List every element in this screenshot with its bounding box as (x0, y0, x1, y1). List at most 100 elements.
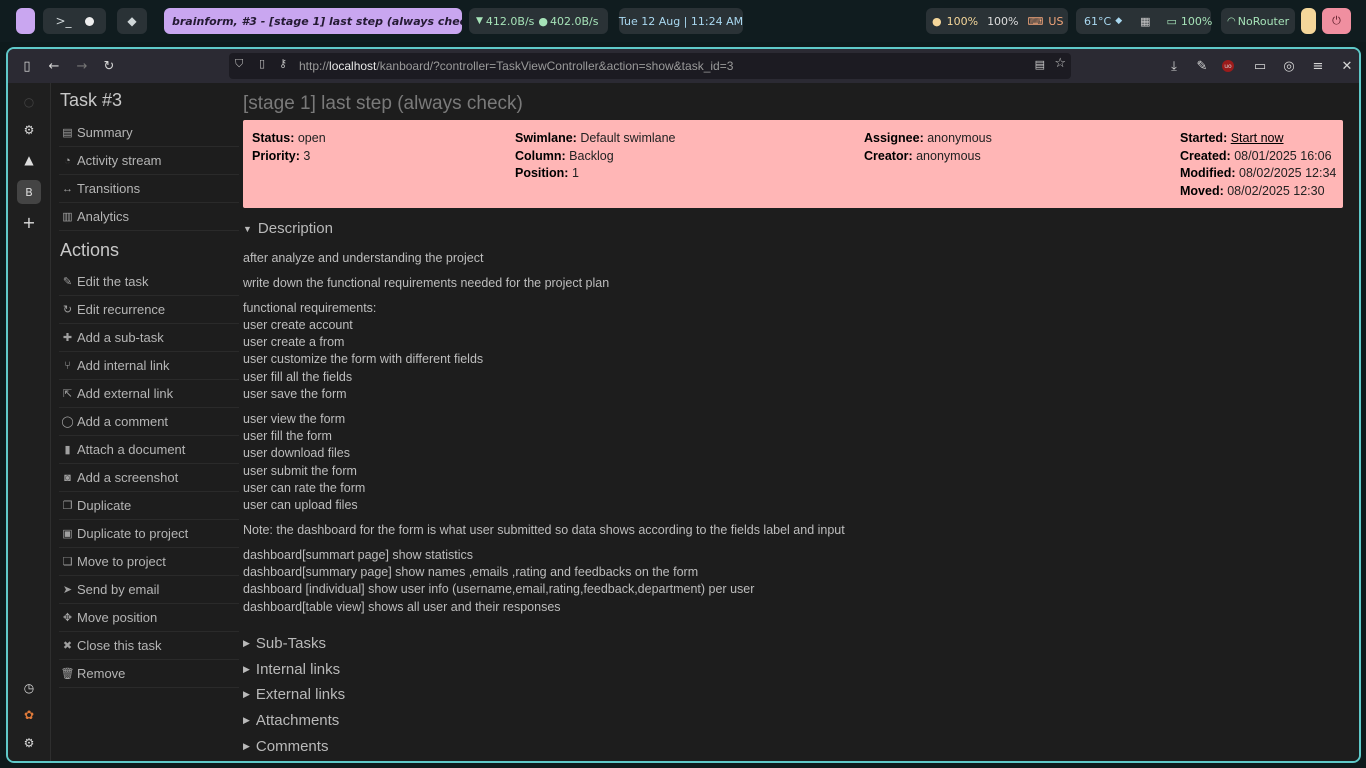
action-attach-document[interactable]: ▮ Attach a document (59, 436, 239, 464)
action-label: Remove (77, 666, 126, 681)
history-icon[interactable]: ◷ (20, 679, 38, 697)
settings-icon[interactable]: ⚙ (20, 734, 38, 752)
status-row: Status: open (252, 131, 326, 145)
menu-icon[interactable]: ≡ (1309, 57, 1327, 75)
battery-text: 100% (1180, 14, 1213, 28)
clock-widget[interactable]: Tue 12 Aug | 11:24 AM (619, 8, 743, 34)
newspaper-icon: ▤ (62, 127, 73, 139)
action-label: Add a screenshot (77, 470, 179, 485)
camera-icon: ◙ (64, 471, 71, 484)
start-now-link[interactable]: Start now (1231, 131, 1284, 145)
page-icon: ▯ (259, 57, 266, 70)
action-edit-task[interactable]: ✎ Edit the task (59, 268, 239, 296)
active-window-title[interactable]: brainform, #3 - [stage 1] last step (alw… (164, 8, 462, 34)
reload-icon[interactable]: ↻ (100, 57, 118, 75)
dot-icon[interactable]: ○ (20, 93, 38, 111)
description-line: user create account (243, 318, 353, 332)
palette-icon[interactable]: ✿ (20, 706, 38, 724)
terminal-icon: >_ (55, 14, 72, 28)
status-widget: ● 100% 100% ⌨ US (926, 8, 1068, 34)
bar-chart-icon: ▥ (62, 211, 73, 223)
caret-down-icon: ▼ (243, 223, 252, 234)
privacy-icon[interactable]: ◎ (1280, 57, 1298, 75)
task-actions: ✎ Edit the task ↻ Edit recurrence ✚ Add a s… (59, 268, 239, 688)
sidebar-item-transitions[interactable]: ↔ Transitions (59, 175, 239, 203)
internal-links-toggle[interactable]: ▶ Internal links (243, 661, 340, 678)
temperature-text: 61°C (1084, 14, 1112, 28)
tab-manager-icon[interactable]: ▭ (1251, 57, 1269, 75)
position-row: Position: 1 (515, 166, 579, 180)
add-panel-icon[interactable]: + (20, 213, 38, 232)
wifi-widget[interactable]: ◠ NoRouter (1221, 8, 1295, 34)
external-links-toggle[interactable]: ▶ External links (243, 686, 345, 703)
drop-icon: ◆ (1115, 16, 1123, 26)
description-line: dashboard[summart page] show statistics (243, 548, 473, 562)
url-bar[interactable]: ⛉ ▯ ⚷ http://localhost/kanboard/?control… (229, 53, 1071, 79)
action-edit-recurrence[interactable]: ↻ Edit recurrence (59, 296, 239, 324)
sidebar-toggle-icon[interactable]: ▯ (18, 57, 36, 75)
attachments-toggle[interactable]: ▶ Attachments (243, 712, 339, 729)
action-duplicate-to-project[interactable]: ▣ Duplicate to project (59, 520, 239, 548)
description-toggle[interactable]: ▼ Description (243, 220, 333, 237)
power-button[interactable]: ⏻ (1322, 8, 1351, 34)
actions-heading: Actions (60, 240, 120, 260)
close-window-icon[interactable]: ✕ (1338, 57, 1356, 75)
sidebar-item-summary[interactable]: ▤ Summary (59, 119, 239, 147)
task-title: [stage 1] last step (always check) (243, 93, 523, 114)
extensions-icon[interactable]: ✎ (1193, 57, 1211, 75)
kanboard-icon[interactable]: B (17, 180, 41, 204)
moved-row: Moved: 08/02/2025 12:30 (1180, 183, 1325, 198)
ublock-icon[interactable]: uo (1222, 60, 1234, 72)
action-add-subtask[interactable]: ✚ Add a sub-task (59, 324, 239, 352)
reader-mode-icon[interactable]: ▤ (1035, 58, 1045, 71)
modified-row: Modified: 08/02/2025 12:34 (1180, 166, 1337, 180)
wifi-small-icon: ▼ (476, 16, 483, 26)
memory-icon: ▦ (1140, 14, 1151, 28)
wifi-network-text: NoRouter (1237, 14, 1290, 28)
net-up-text: 402.0B/s (550, 14, 599, 28)
files-icon: ❐ (62, 500, 73, 512)
action-label: Edit recurrence (77, 302, 166, 317)
extension-icon[interactable]: ⚙ (20, 121, 38, 139)
workspace-indicator[interactable]: >_ (43, 8, 106, 34)
action-add-comment[interactable]: ◯ Add a comment (59, 408, 239, 436)
forward-icon[interactable]: → (73, 57, 91, 75)
action-move-position[interactable]: ✥ Move position (59, 604, 239, 632)
volume-text: 100% (987, 14, 1019, 28)
description-line: Note: the dashboard for the form is what… (243, 523, 845, 537)
launcher-button[interactable] (16, 8, 35, 34)
brightness-icon: ● (932, 14, 942, 28)
card-col-people: Assignee: anonymous Creator: anonymous (864, 130, 992, 165)
shield-icon: ⛉ (235, 57, 244, 70)
browser-toolbar: ▯ ← → ↻ ⛉ ▯ ⚷ http://localhost/kanboard/… (8, 49, 1359, 83)
priority-value: 3 (303, 148, 311, 163)
comments-toggle[interactable]: ▶ Comments (243, 738, 328, 755)
action-move-to-project[interactable]: ❏ Move to project (59, 548, 239, 576)
action-remove[interactable]: 🗑 Remove (59, 660, 239, 688)
battery-icon: ▭ (1166, 14, 1177, 28)
action-duplicate[interactable]: ❐ Duplicate (59, 492, 239, 520)
window-title-text: brainform, #3 - [stage 1] last step (alw… (172, 14, 462, 28)
description-line: user can upload files (243, 498, 358, 512)
sidebar-item-activity-stream[interactable]: ◔ Activity stream (59, 147, 239, 175)
sidebar-item-analytics[interactable]: ▥ Analytics (59, 203, 239, 231)
action-close-task[interactable]: ✖ Close this task (59, 632, 239, 660)
diamond-button[interactable]: ◆ (117, 8, 147, 34)
card-col-status: Status: open Priority: 3 (252, 130, 326, 165)
action-label: Edit the task (77, 274, 149, 289)
downloads-icon[interactable]: ⤓ (1165, 57, 1183, 75)
bookmark-star-icon[interactable]: ☆ (1054, 56, 1066, 71)
color-chip[interactable] (1301, 8, 1316, 34)
caret-right-icon: ▶ (243, 638, 250, 648)
action-add-internal-link[interactable]: ⑂ Add internal link (59, 352, 239, 380)
keyboard-icon: ⌨ (1027, 14, 1044, 28)
url-path: /kanboard/?controller=TaskViewController… (376, 59, 734, 73)
subtasks-toggle[interactable]: ▶ Sub-Tasks (243, 635, 326, 652)
action-add-external-link[interactable]: ⇱ Add external link (59, 380, 239, 408)
action-send-by-email[interactable]: ➤ Send by email (59, 576, 239, 604)
network-widget: ▼ 412.0B/s ● 402.0B/s (469, 8, 608, 34)
back-icon[interactable]: ← (45, 57, 63, 75)
sidebar-item-label: Summary (77, 125, 133, 140)
triangle-icon[interactable]: ▲ (20, 151, 38, 169)
action-add-screenshot[interactable]: ◙ Add a screenshot (59, 464, 239, 492)
